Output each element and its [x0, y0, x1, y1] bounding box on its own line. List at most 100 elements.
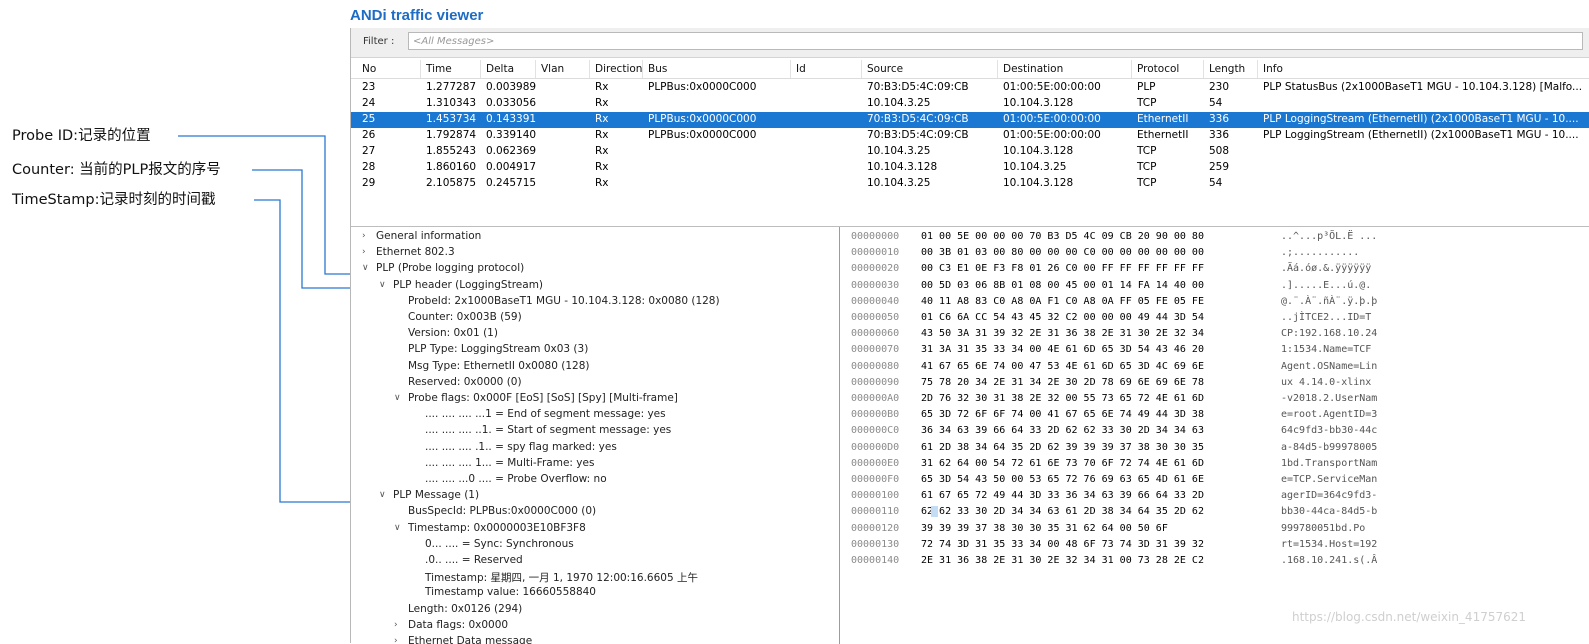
hex-dump: 00000000 01 00 5E 00 00 00 70 B3 D5 4C 09…: [843, 227, 1589, 644]
expand-toggle-icon[interactable]: ›: [362, 247, 366, 257]
table-row[interactable]: 25 1.453734 0.143391 Rx PLPBus:0x0000C000 70:…: [351, 112, 1589, 128]
cell-proto: EthernetII: [1137, 113, 1189, 125]
column-header-id[interactable]: Id: [796, 63, 806, 75]
tree-node[interactable]: .0.. .... = Reserved: [425, 554, 523, 566]
cell-dst: 10.104.3.25: [1003, 161, 1067, 173]
tree-node[interactable]: Timestamp: 0x0000003E10BF3F8: [408, 522, 586, 534]
column-header-protocol[interactable]: Protocol: [1137, 63, 1179, 75]
column-separator[interactable]: [1131, 60, 1132, 78]
tree-node[interactable]: .... .... ...0 .... = Probe Overflow: no: [425, 473, 607, 485]
tree-node[interactable]: Ethernet 802.3: [376, 246, 455, 258]
column-separator[interactable]: [535, 60, 536, 78]
tree-node[interactable]: PLP (Probe logging protocol): [376, 262, 524, 274]
hex-ascii: e=TCP.ServiceMan: [1281, 474, 1378, 485]
hex-ascii: 64c9fd3-bb30-44c: [1281, 425, 1378, 437]
column-header-delta[interactable]: Delta: [486, 63, 514, 75]
collapse-toggle-icon[interactable]: ∨: [362, 263, 369, 273]
column-header-bus[interactable]: Bus: [648, 63, 667, 75]
hex-ascii: ..jÌTCE2...ID=T: [1281, 312, 1372, 323]
cell-delta: 0.062369: [486, 145, 537, 157]
tree-node[interactable]: Counter: 0x003B (59): [408, 311, 522, 323]
table-row[interactable]: 27 1.855243 0.062369 Rx 10.104.3.25 10.104.3.…: [351, 144, 1589, 160]
hex-offset: 000000E0: [851, 457, 900, 469]
column-header-source[interactable]: Source: [867, 63, 903, 75]
cell-dst: 01:00:5E:00:00:00: [1003, 81, 1101, 93]
column-separator[interactable]: [997, 60, 998, 78]
column-separator[interactable]: [589, 60, 590, 78]
hex-offset: 00000010: [851, 247, 900, 259]
tree-node[interactable]: Data flags: 0x0000: [408, 619, 508, 631]
filter-input[interactable]: <All Messages>: [408, 32, 1583, 50]
cell-delta: 0.033056: [486, 97, 537, 109]
column-header-no[interactable]: No: [362, 63, 376, 75]
tree-node[interactable]: .... .... .... .1.. = spy flag marked: y…: [425, 441, 617, 453]
expand-toggle-icon[interactable]: ›: [362, 231, 366, 241]
column-separator[interactable]: [790, 60, 791, 78]
cell-dir: Rx: [595, 145, 609, 157]
tree-node[interactable]: Probe flags: 0x000F [EoS] [SoS] [Spy] [M…: [408, 392, 678, 404]
collapse-toggle-icon[interactable]: ∨: [379, 280, 386, 290]
column-header-info[interactable]: Info: [1263, 63, 1283, 75]
column-header-destination[interactable]: Destination: [1003, 63, 1063, 75]
table-row[interactable]: 24 1.310343 0.033056 Rx 10.104.3.25 10.104.3.…: [351, 96, 1589, 112]
collapse-toggle-icon[interactable]: ∨: [394, 393, 401, 403]
cell-delta: 0.003989: [486, 81, 537, 93]
tree-node[interactable]: .... .... .... 1... = Multi-Frame: yes: [425, 457, 594, 469]
table-row[interactable]: 29 2.105875 0.245715 Rx 10.104.3.25 10.104.3.…: [351, 176, 1589, 192]
hex-bytes: 00 3B 01 03 00 80 00 00 00 C0 00 00 00 0…: [921, 247, 1204, 259]
tree-node[interactable]: .... .... .... ...1 = End of segment mes…: [425, 408, 666, 420]
cell-time: 2.105875: [426, 177, 477, 189]
tree-node[interactable]: PLP Type: LoggingStream 0x03 (3): [408, 343, 588, 355]
column-separator[interactable]: [1203, 60, 1204, 78]
column-separator[interactable]: [1257, 60, 1258, 78]
tree-node[interactable]: General information: [376, 230, 481, 242]
tree-node[interactable]: Reserved: 0x0000 (0): [408, 376, 522, 388]
hex-ascii: agerID=364c9fd3-: [1281, 490, 1378, 502]
column-header-length[interactable]: Length: [1209, 63, 1245, 75]
table-row[interactable]: 26 1.792874 0.339140 Rx PLPBus:0x0000C000 70:…: [351, 128, 1589, 144]
hex-bytes: 01 C6 6A CC 54 43 45 32 C2 00 00 00 49 4…: [921, 312, 1204, 323]
cell-dir: Rx: [595, 129, 609, 141]
table-row[interactable]: 28 1.860160 0.004917 Rx 10.104.3.128 10.104.3…: [351, 160, 1589, 176]
hex-bytes: 2D 76 32 30 31 38 2E 32 00 55 73 65 72 4…: [921, 393, 1204, 404]
cell-time: 1.277287: [426, 81, 477, 93]
app-title: ANDi traffic viewer: [350, 7, 484, 24]
cell-delta: 0.339140: [486, 129, 537, 141]
hex-ascii: rt=1534.Host=192: [1281, 538, 1378, 550]
tree-node[interactable]: Length: 0x0126 (294): [408, 603, 522, 615]
table-row[interactable]: 23 1.277287 0.003989 Rx PLPBus:0x0000C000 70:…: [351, 80, 1589, 96]
tree-node[interactable]: PLP Message (1): [393, 489, 479, 501]
tree-node[interactable]: Timestamp value: 16660558840: [425, 586, 596, 598]
cell-delta: 0.143391: [486, 113, 537, 125]
tree-node[interactable]: PLP header (LoggingStream): [393, 279, 543, 291]
cell-no: 28: [362, 161, 376, 173]
column-header-vlan[interactable]: Vlan: [541, 63, 564, 75]
cell-dst: 10.104.3.128: [1003, 97, 1074, 109]
tree-node[interactable]: ProbeId: 2x1000BaseT1 MGU - 10.104.3.128…: [408, 295, 720, 307]
collapse-toggle-icon[interactable]: ∨: [394, 523, 401, 533]
column-header-direction[interactable]: Direction: [595, 63, 642, 75]
hex-offset: 000000C0: [851, 425, 900, 437]
collapse-toggle-icon[interactable]: ∨: [379, 490, 386, 500]
hex-ascii: .].....E...ú.@.: [1281, 279, 1372, 291]
tree-node[interactable]: 0... .... = Sync: Synchronous: [425, 538, 574, 550]
tree-node[interactable]: Timestamp: 星期四, 一月 1, 1970 12:00:16.6605…: [425, 570, 698, 585]
cell-no: 25: [362, 113, 376, 125]
hex-bytes: 65 3D 54 43 50 00 53 65 72 76 69 63 65 4…: [921, 474, 1204, 485]
hex-offset: 00000070: [851, 344, 900, 356]
tree-node[interactable]: Version: 0x01 (1): [408, 327, 498, 339]
protocol-tree: › General information › Ethernet 802.3 ∨ PLP …: [351, 227, 840, 644]
expand-toggle-icon[interactable]: ›: [394, 620, 398, 630]
cell-src: 10.104.3.128: [867, 161, 938, 173]
cell-proto: TCP: [1137, 161, 1157, 173]
tree-node[interactable]: Msg Type: EthernetII 0x0080 (128): [408, 360, 589, 372]
tree-node[interactable]: .... .... .... ..1. = Start of segment m…: [425, 424, 671, 436]
column-separator[interactable]: [420, 60, 421, 78]
column-separator[interactable]: [480, 60, 481, 78]
column-separator[interactable]: [861, 60, 862, 78]
cell-proto: TCP: [1137, 177, 1157, 189]
column-separator[interactable]: [642, 60, 643, 78]
hex-offset: 000000B0: [851, 409, 900, 421]
tree-node[interactable]: BusSpecId: PLPBus:0x0000C000 (0): [408, 505, 596, 517]
column-header-time[interactable]: Time: [426, 63, 452, 75]
